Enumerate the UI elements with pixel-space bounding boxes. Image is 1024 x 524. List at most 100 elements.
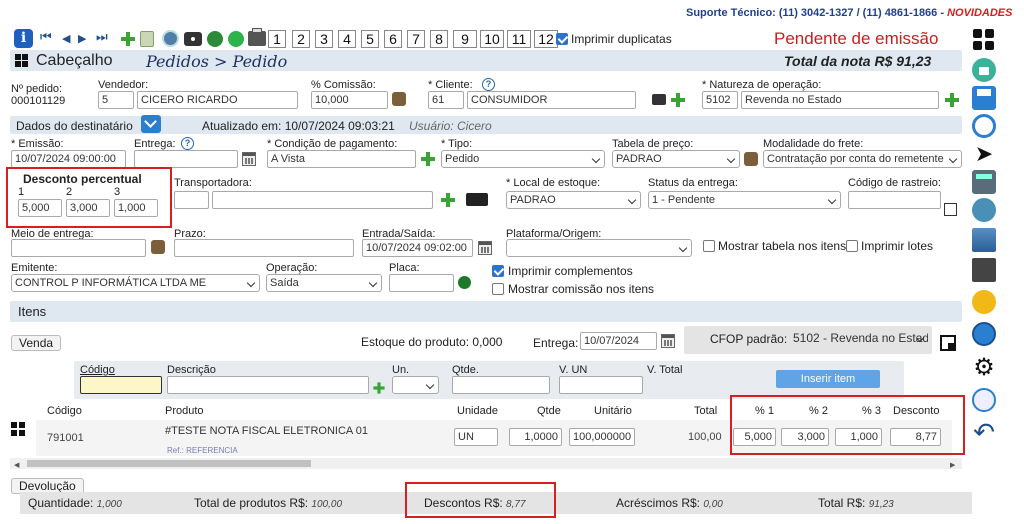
next-record-icon[interactable]: ▶ (78, 32, 86, 45)
show-price-table-checkbox[interactable] (703, 240, 715, 252)
freight-select[interactable]: Contratação por conta do remetente (763, 150, 962, 168)
scroll-right-icon[interactable]: ▶ (950, 461, 955, 469)
last-record-icon[interactable]: ⏭ (96, 29, 108, 45)
add-client-icon[interactable] (670, 92, 686, 108)
print-number-8[interactable]: 8 (430, 30, 448, 48)
items-delivery-input[interactable]: 10/07/2024 (580, 332, 657, 350)
whatsapp-icon[interactable] (228, 31, 244, 47)
show-commission-checkbox[interactable] (492, 283, 504, 295)
plate-input[interactable] (389, 274, 454, 292)
add-icon[interactable] (120, 31, 136, 47)
globe-icon[interactable] (162, 30, 179, 47)
add-operation-nature-icon[interactable] (944, 92, 960, 108)
carrier-truck-icon[interactable] (466, 193, 488, 206)
contacts-icon[interactable] (652, 94, 666, 105)
novidades-link[interactable]: NOVIDADES (947, 7, 1012, 19)
carrier-name-input[interactable] (212, 191, 433, 209)
print-number-3[interactable]: 3 (315, 30, 333, 48)
add-carrier-icon[interactable] (440, 192, 456, 208)
world-icon[interactable] (972, 322, 996, 346)
entry-vun-input[interactable] (559, 376, 643, 394)
entry-desc-input[interactable] (167, 376, 369, 394)
row-qty-input[interactable]: 1,0000 (509, 428, 562, 446)
edit-icon[interactable] (972, 388, 996, 412)
send-icon[interactable]: ➤ (972, 142, 996, 166)
print-number-9[interactable]: 9 (453, 30, 477, 48)
expand-recipient-icon[interactable] (141, 115, 161, 133)
seller-code-input[interactable]: 5 (98, 91, 134, 109)
calculator-icon[interactable] (972, 170, 996, 194)
payment-input[interactable]: A Vista (267, 150, 416, 168)
row-menu-icon[interactable] (11, 422, 25, 436)
commission-input[interactable]: 10,000 (311, 91, 388, 109)
printer-icon[interactable] (248, 28, 266, 46)
print-number-6[interactable]: 6 (384, 30, 402, 48)
people-icon[interactable] (392, 92, 406, 106)
camera-icon[interactable] (184, 32, 202, 46)
mail-icon[interactable] (207, 31, 223, 47)
back-icon[interactable]: ↶ (972, 419, 996, 445)
first-record-icon[interactable]: ⏮ (40, 29, 52, 45)
client-help-icon[interactable]: ? (482, 78, 495, 91)
delivery-status-select[interactable]: 1 - Pendente (648, 191, 841, 209)
carrier-code-input[interactable] (174, 191, 209, 209)
operation-select[interactable]: Saída (266, 274, 382, 292)
issuer-select[interactable]: CONTROL P INFORMÁTICA LTDA ME (11, 274, 260, 292)
entry-qty-input[interactable] (452, 376, 550, 394)
row-unit-price-input[interactable]: 100,000000 (569, 428, 635, 446)
save-icon[interactable] (972, 86, 996, 110)
window-icon[interactable] (940, 335, 956, 351)
entry-exit-calendar-icon[interactable] (478, 241, 492, 255)
platform-select[interactable] (506, 239, 692, 257)
truck-icon[interactable] (972, 228, 996, 252)
term-input[interactable] (174, 239, 354, 257)
entry-unit-select[interactable] (392, 376, 439, 394)
emission-input[interactable]: 10/07/2024 09:00:00 (11, 150, 126, 168)
print-number-12[interactable]: 12 (534, 30, 558, 48)
network-icon[interactable] (972, 198, 996, 222)
previous-record-icon[interactable]: ◀ (62, 32, 70, 45)
print-number-1[interactable]: 1 (268, 30, 286, 48)
delivery-means-input[interactable] (11, 239, 146, 257)
add-product-icon[interactable] (373, 382, 386, 395)
stock-location-select[interactable]: PADRAO (506, 191, 641, 209)
print-number-11[interactable]: 11 (507, 30, 531, 48)
print-duplicates-checkbox[interactable] (556, 33, 568, 45)
scroll-left-icon[interactable]: ◀ (14, 461, 19, 469)
delivery-calendar-icon[interactable] (242, 152, 256, 166)
insert-item-button[interactable]: Inserir item (776, 370, 880, 388)
client-code-input[interactable]: 61 (428, 91, 464, 109)
print-number-10[interactable]: 10 (480, 30, 504, 48)
settings-cycle-icon[interactable] (972, 114, 996, 138)
operation-nature-code-input[interactable]: 5102 (702, 91, 738, 109)
entry-exit-input[interactable]: 10/07/2024 09:02:00 (362, 239, 473, 257)
entry-code-input[interactable] (80, 376, 162, 394)
type-select[interactable]: Pedido (441, 150, 605, 168)
add-payment-icon[interactable] (420, 151, 436, 167)
print-complements-checkbox[interactable] (492, 265, 504, 277)
grid-menu-icon[interactable] (972, 28, 996, 52)
delivery-means-icon[interactable] (151, 240, 165, 254)
search-user-icon[interactable] (972, 290, 996, 314)
delivery-date-input[interactable] (134, 150, 238, 168)
operation-nature-name-input[interactable]: Revenda no Estado (741, 91, 939, 109)
seller-name-input[interactable]: CICERO RICARDO (137, 91, 298, 109)
lock-icon[interactable] (972, 58, 996, 82)
info-icon[interactable]: i (14, 29, 33, 48)
price-people-icon[interactable] (744, 152, 758, 166)
print-number-7[interactable]: 7 (407, 30, 425, 48)
print-number-5[interactable]: 5 (361, 30, 379, 48)
row-unit-input[interactable]: UN (454, 428, 498, 446)
delivery-help-icon[interactable]: ? (181, 137, 194, 150)
gears-icon[interactable]: ⚙ (972, 356, 996, 380)
scrollbar-thumb[interactable] (27, 460, 311, 467)
copy-icon[interactable] (140, 31, 154, 47)
barcode-icon[interactable] (972, 258, 996, 282)
tracking-edit-icon[interactable] (944, 203, 957, 216)
price-table-select[interactable]: PADRAO (612, 150, 740, 168)
print-number-2[interactable]: 2 (292, 30, 310, 48)
sale-tab[interactable]: Venda (11, 335, 62, 351)
print-number-4[interactable]: 4 (338, 30, 356, 48)
cfop-select[interactable]: 5102 - Revenda no Estado (790, 330, 928, 348)
print-lots-checkbox[interactable] (846, 240, 858, 252)
